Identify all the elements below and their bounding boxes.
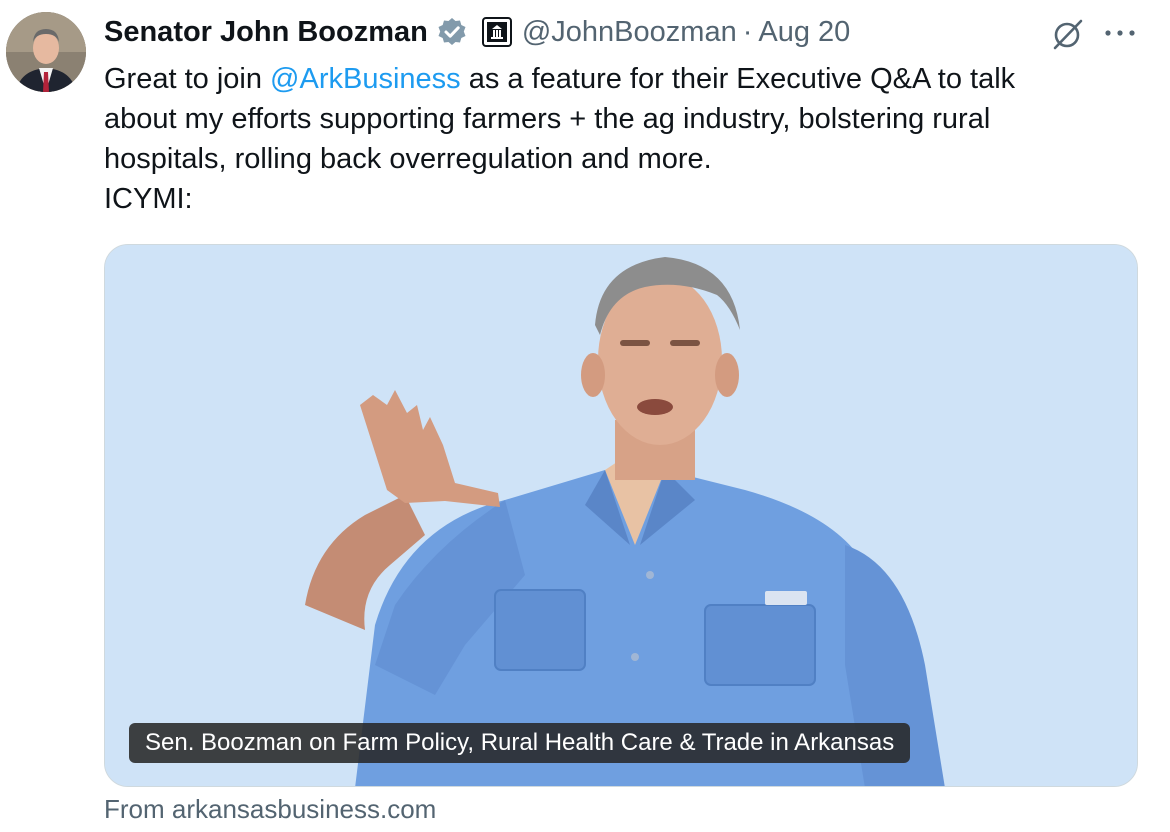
card-source-link[interactable]: From arkansasbusiness.com xyxy=(104,794,436,825)
government-building-icon[interactable] xyxy=(481,17,512,47)
mention-link[interactable]: @ArkBusiness xyxy=(270,63,461,95)
tweet-header: Senator John Boozman @JohnBoozman · Aug … xyxy=(104,14,850,50)
header-separator: · xyxy=(742,15,753,48)
verified-badge-icon[interactable] xyxy=(436,16,468,48)
tweet-text-part: as a feature for their Executive Q&A to … xyxy=(460,63,1016,95)
tweet-line-4: ICYMI: xyxy=(104,183,193,215)
tweet-text-part: Great to join xyxy=(104,63,271,95)
author-name[interactable]: Senator John Boozman xyxy=(104,16,428,49)
tweet-line-1: Great to join @ArkBusiness as a feature … xyxy=(104,59,1114,99)
tweet-text: Great to join @ArkBusiness as a feature … xyxy=(104,59,1114,219)
media-caption: Sen. Boozman on Farm Policy, Rural Healt… xyxy=(129,723,911,763)
tweet-date[interactable]: Aug 20 xyxy=(758,16,850,49)
grok-icon[interactable] xyxy=(1050,16,1086,52)
article-photo xyxy=(105,245,1137,786)
avatar[interactable] xyxy=(6,12,86,92)
author-handle[interactable]: @JohnBoozman xyxy=(522,16,737,49)
tweet-line-2: about my efforts supporting farmers + th… xyxy=(104,103,991,135)
tweet-line-3: hospitals, rolling back overregulation a… xyxy=(104,143,712,175)
link-card-media[interactable]: Sen. Boozman on Farm Policy, Rural Healt… xyxy=(104,244,1138,787)
avatar-image xyxy=(6,12,86,92)
more-options-icon[interactable] xyxy=(1100,18,1140,48)
